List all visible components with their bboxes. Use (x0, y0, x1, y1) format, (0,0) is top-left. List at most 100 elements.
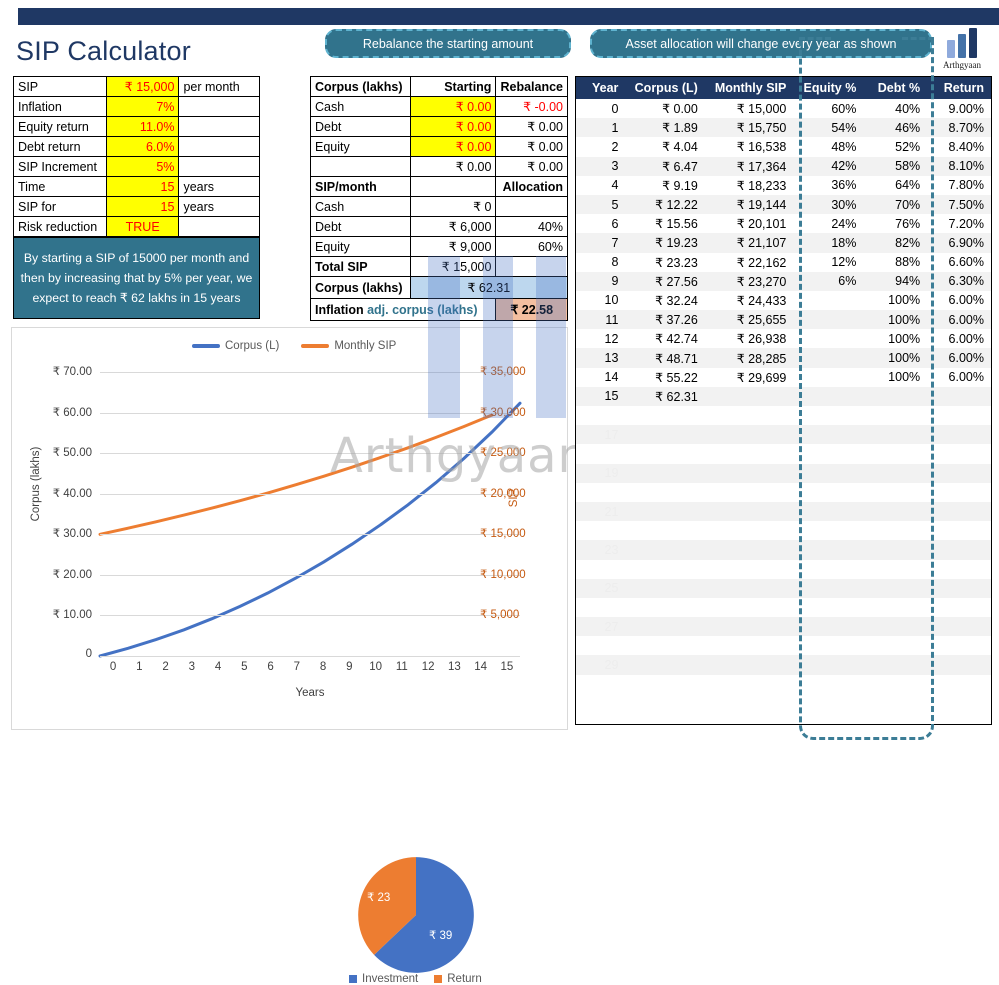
dashed-callout-top-left (799, 37, 831, 40)
year-table-col-4[interactable]: Debt % (863, 77, 928, 99)
legend-label-monthly-sip: Monthly SIP (334, 340, 397, 352)
year-cell: 100% (888, 331, 921, 346)
sip-header-row: SIP/month Allocation (310, 176, 568, 197)
year-table-row-hidden (576, 560, 991, 579)
year-cell: ₹ 22,162 (736, 255, 787, 270)
year-cell: 9.00% (948, 101, 984, 116)
chart-y-tick-left: ₹ 50.00 (52, 447, 92, 460)
year-cell-hidden (927, 540, 991, 560)
input-value-0[interactable]: ₹ 15,000 (105, 76, 180, 97)
input-row: Inflation 7% (13, 96, 260, 117)
callout-rebalance[interactable]: Rebalance the starting amount (325, 29, 571, 58)
input-value-2[interactable]: 11.0% (105, 116, 180, 137)
year-table-row-hidden (576, 483, 991, 502)
corpus-cell-starting[interactable]: ₹ 0.00 (409, 136, 497, 157)
input-value-3[interactable]: 6.0% (105, 136, 180, 157)
year-cell-hidden: 23 (576, 540, 626, 560)
year-cell: 60% (831, 101, 857, 116)
input-unit-6: years (178, 196, 260, 217)
chart-y-tick-right: ₹ 20,000 (480, 487, 526, 500)
input-value-5[interactable]: 15 (105, 176, 180, 197)
year-cell-hidden (927, 444, 991, 463)
year-table-col-3[interactable]: Equity % (793, 77, 864, 99)
year-table-col-5[interactable]: Return (927, 77, 991, 99)
year-cell: 7.20% (948, 216, 984, 231)
year-table-row-hidden: 17 (576, 425, 991, 445)
legend-label-corpus: Corpus (L) (225, 340, 280, 352)
year-cell-hidden (927, 598, 991, 617)
year-cell-hidden: 25 (576, 578, 626, 598)
year-table-col-2[interactable]: Monthly SIP (704, 77, 794, 99)
corpus-cell-label: Corpus (lakhs) (310, 76, 411, 97)
year-table-row-hidden (576, 444, 991, 463)
year-cell: 15 (576, 386, 626, 406)
input-row: Debt return 6.0% (13, 136, 260, 157)
year-cell (793, 386, 864, 406)
year-cell-hidden (863, 521, 927, 540)
page-title: SIP Calculator (16, 36, 191, 66)
year-cell-hidden (705, 636, 794, 655)
year-cell: ₹ 20,101 (736, 217, 787, 232)
year-table-row-hidden: 23 (576, 540, 991, 560)
year-cell-hidden (863, 578, 928, 598)
corpus-cell-rebalance: Rebalance (495, 76, 568, 97)
year-cell: 12% (831, 255, 857, 270)
chart-y-tick-left: 0 (85, 648, 92, 660)
input-value-7[interactable]: TRUE (105, 216, 180, 237)
corpus-row: ₹ 0.00 ₹ 0.00 (310, 156, 568, 177)
year-table-row-hidden (576, 636, 991, 655)
input-value-1[interactable]: 7% (105, 96, 180, 117)
callout-allocation[interactable]: Asset allocation will change every year … (590, 29, 932, 58)
year-cell-hidden (704, 501, 794, 522)
year-cell-hidden (793, 444, 863, 463)
year-cell: ₹ 25,655 (704, 310, 794, 330)
year-cell: 64% (895, 178, 921, 193)
corpus-cell-starting[interactable]: ₹ 0.00 (409, 96, 497, 117)
chart-x-axis-title: Years (295, 687, 325, 699)
corpus-cell-starting[interactable]: ₹ 0.00 (409, 116, 497, 137)
input-value-6[interactable]: 15 (105, 196, 180, 217)
year-cell-hidden (863, 540, 928, 560)
chart-x-tick: 5 (241, 661, 248, 673)
year-table-col-1[interactable]: Corpus (L) (625, 77, 705, 99)
year-cell: ₹ 21,107 (704, 233, 794, 253)
year-table-row: 8 ₹ 23.23 ₹ 22,162 12% 88% 6.60% (576, 253, 991, 272)
year-cell: ₹ 32.24 (655, 293, 698, 308)
chart-gridline (100, 615, 520, 617)
year-cell-hidden (705, 560, 794, 579)
year-cell-hidden (927, 675, 991, 694)
year-table-col-0[interactable]: Year (576, 77, 626, 99)
year-cell: 6.00% (948, 331, 984, 346)
column-highlight-bar-1 (428, 256, 460, 418)
corpus-cell-starting: ₹ 0.00 (409, 156, 497, 177)
year-cell: ₹ 42.74 (655, 332, 698, 347)
chart-x-tick: 14 (474, 661, 488, 673)
input-parameters-table: SIP ₹ 15,000 per month Inflation 7% Equity re… (13, 76, 260, 237)
legend-item-corpus: Corpus (L) (192, 340, 279, 352)
chart-x-tick: 1 (136, 661, 143, 673)
year-cell-hidden (927, 501, 991, 522)
year-cell: 6% (793, 271, 864, 291)
input-value-4[interactable]: 5% (105, 156, 180, 177)
year-cell: 100% (863, 310, 928, 330)
chart-x-tick: 13 (447, 661, 461, 673)
year-cell-hidden (863, 444, 927, 463)
corpus-cell-label: Debt (310, 116, 411, 137)
year-cell: 6.60% (948, 255, 984, 270)
chart-gridline (100, 453, 520, 455)
year-cell: 7 (576, 233, 626, 253)
year-table-row-hidden (576, 521, 991, 540)
inflation-adj-label: Inflation adj. corpus (lakhs) (309, 298, 497, 321)
input-label-3: Debt return (13, 136, 107, 157)
year-cell-hidden (705, 406, 794, 425)
year-cell: 9 (576, 271, 626, 291)
corpus-cell-label: SIP/month (310, 176, 411, 197)
year-cell-hidden (863, 501, 928, 522)
year-cell-hidden (863, 425, 928, 445)
year-cell: ₹ 29,699 (736, 370, 787, 385)
year-table-row: 10 ₹ 32.24 ₹ 24,433 100% 6.00% (576, 291, 991, 310)
year-cell-hidden (625, 636, 704, 655)
year-cell-hidden (927, 578, 991, 598)
year-table-row: 0 ₹ 0.00 ₹ 15,000 60% 40% 9.00% (576, 99, 991, 118)
pie-label-investment: ₹ 39 (429, 930, 453, 942)
